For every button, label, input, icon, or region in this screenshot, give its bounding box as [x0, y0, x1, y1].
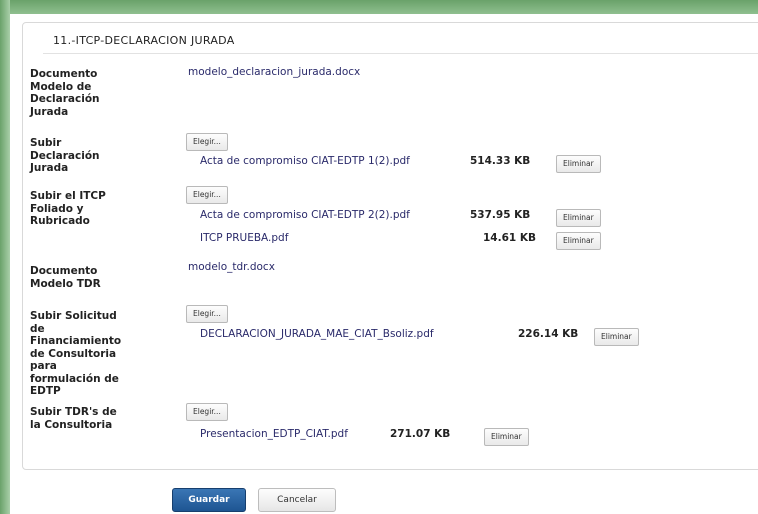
- window-frame-top: [0, 0, 758, 14]
- delete-button-declaracion[interactable]: Eliminar: [556, 155, 601, 173]
- section-title: 11.-ITCP-DECLARACION JURADA: [53, 34, 235, 47]
- label-documento-modelo-declaracion: Documento Modelo de Declaración Jurada: [30, 68, 100, 118]
- file-name-tdr: Presentacion_EDTP_CIAT.pdf: [200, 428, 348, 440]
- label-subir-tdr: Subir TDR's de la Consultoria: [30, 406, 117, 431]
- section-divider: [43, 53, 758, 54]
- choose-file-button-declaracion[interactable]: Elegir...: [186, 133, 228, 151]
- file-size-solicitud: 226.14 KB: [518, 328, 579, 340]
- label-subir-itcp: Subir el ITCP Foliado y Rubricado: [30, 190, 106, 227]
- cancel-button[interactable]: Cancelar: [258, 488, 336, 512]
- label-subir-declaracion: Subir Declaración Jurada: [30, 137, 100, 174]
- file-name-itcp-1: Acta de compromiso CIAT-EDTP 2(2).pdf: [200, 209, 410, 221]
- file-name-itcp-2: ITCP PRUEBA.pdf: [200, 232, 289, 244]
- label-subir-solicitud: Subir Solicitud de Financiamiento de Con…: [30, 310, 122, 397]
- link-modelo-declaracion-jurada[interactable]: modelo_declaracion_jurada.docx: [188, 66, 360, 78]
- delete-button-itcp-1[interactable]: Eliminar: [556, 209, 601, 227]
- file-size-itcp-1: 537.95 KB: [470, 209, 531, 221]
- file-size-itcp-2: 14.61 KB: [483, 232, 537, 244]
- choose-file-button-tdr[interactable]: Elegir...: [186, 403, 228, 421]
- save-button[interactable]: Guardar: [172, 488, 246, 512]
- link-modelo-tdr[interactable]: modelo_tdr.docx: [188, 261, 275, 273]
- label-documento-modelo-tdr: Documento Modelo TDR: [30, 265, 101, 290]
- delete-button-itcp-2[interactable]: Eliminar: [556, 232, 601, 250]
- file-size-tdr: 271.07 KB: [390, 428, 451, 440]
- choose-file-button-itcp[interactable]: Elegir...: [186, 186, 228, 204]
- file-size-declaracion: 514.33 KB: [470, 155, 531, 167]
- delete-button-solicitud[interactable]: Eliminar: [594, 328, 639, 346]
- file-name-solicitud: DECLARACION_JURADA_MAE_CIAT_Bsoliz.pdf: [200, 328, 434, 340]
- delete-button-tdr[interactable]: Eliminar: [484, 428, 529, 446]
- file-name-declaracion: Acta de compromiso CIAT-EDTP 1(2).pdf: [200, 155, 410, 167]
- window-frame-left: [0, 0, 10, 514]
- choose-file-button-solicitud[interactable]: Elegir...: [186, 305, 228, 323]
